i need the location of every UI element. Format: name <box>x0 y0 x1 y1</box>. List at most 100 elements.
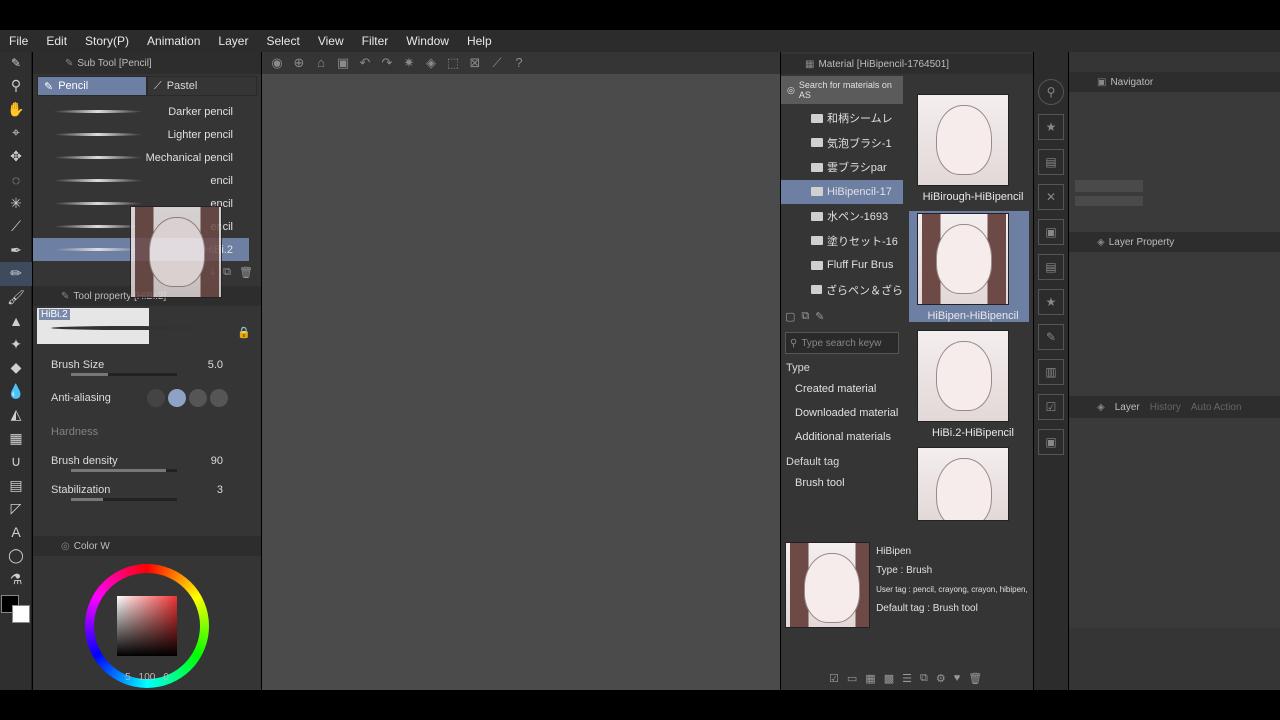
star-panel-icon[interactable]: ★ <box>1038 114 1064 140</box>
large-grid-icon[interactable]: ▩ <box>884 672 894 690</box>
menu-view[interactable]: View <box>309 34 353 48</box>
menu-animation[interactable]: Animation <box>138 34 209 48</box>
clear-icon[interactable]: ✷ <box>401 55 417 71</box>
brush-size-slider[interactable] <box>71 373 177 376</box>
brush-density-value[interactable]: 90 <box>211 455 223 467</box>
lock-icon[interactable]: 🔒 <box>237 326 251 339</box>
tab-pastel[interactable]: ⟋ Pastel <box>147 76 257 96</box>
filter-created[interactable]: Created material <box>789 378 903 400</box>
material-folder[interactable]: 気泡ブラシ-1 <box>781 131 903 156</box>
tab-history[interactable]: History <box>1150 402 1181 413</box>
open-icon[interactable]: ⌂ <box>313 55 329 71</box>
fill-layer-icon[interactable]: ◈ <box>423 55 439 71</box>
frame-icon[interactable]: ▤ <box>0 474 32 498</box>
save-icon[interactable]: ▣ <box>335 55 351 71</box>
brush-item[interactable]: Lighter pencil <box>33 123 249 146</box>
material-folder[interactable]: Fluff Fur Brus <box>781 253 903 278</box>
aa-none-button[interactable] <box>147 389 165 407</box>
material-folder-selected[interactable]: HiBipencil-17 <box>781 179 903 204</box>
menu-help[interactable]: Help <box>458 34 501 48</box>
close-panel-icon[interactable]: ✕ <box>1038 184 1064 210</box>
figure-icon[interactable]: ∪ <box>0 450 32 474</box>
eraser-icon[interactable]: ◆ <box>0 356 32 380</box>
brush-item[interactable]: Mechanical pencil <box>33 146 249 169</box>
filter-brush-tool[interactable]: Brush tool <box>789 472 903 494</box>
stabilization-row[interactable]: Stabilization 3 <box>33 475 261 504</box>
canvas-area[interactable] <box>262 52 780 690</box>
material-folder[interactable]: 塗りセット-16 <box>781 229 903 254</box>
favorite-panel-icon[interactable]: ★ <box>1038 289 1064 315</box>
redo-icon[interactable]: ↷ <box>379 55 395 71</box>
transform-icon[interactable]: ⬚ <box>445 55 461 71</box>
duplicate-icon[interactable]: ⧉ <box>223 266 231 279</box>
ruler-snap-icon[interactable]: ⟋ <box>489 55 505 71</box>
grid-view-icon[interactable]: ▦ <box>865 672 875 690</box>
brush-size-value[interactable]: 5.0 <box>208 359 223 371</box>
material-folder[interactable]: 雲ブラシpar <box>781 155 903 180</box>
material-item[interactable]: HiBi.2-HiBipencil <box>917 330 1029 439</box>
brush-tool-icon[interactable]: 🖌 <box>0 286 32 310</box>
crop-icon[interactable]: ⊠ <box>467 55 483 71</box>
brush-item[interactable]: encil <box>33 169 249 192</box>
doc-panel-icon[interactable]: ▤ <box>1038 254 1064 280</box>
zoom-icon[interactable]: ⚲ <box>0 74 32 98</box>
brush-icon[interactable]: ✎ <box>0 52 32 74</box>
page-panel-icon[interactable]: ▤ <box>1038 149 1064 175</box>
correct-line-icon[interactable]: ⚗ <box>0 568 32 592</box>
book-panel-icon[interactable]: ▥ <box>1038 359 1064 385</box>
eyedropper-icon[interactable]: ⟋ <box>0 215 32 239</box>
menu-filter[interactable]: Filter <box>353 34 398 48</box>
checkbox-icon[interactable]: ☑ <box>829 672 839 690</box>
move-icon[interactable]: ✥ <box>0 145 32 169</box>
stabilization-slider[interactable] <box>71 498 177 501</box>
ruler-icon[interactable]: ◸ <box>0 497 32 521</box>
zoom-panel-icon[interactable]: ⚲ <box>1038 79 1064 105</box>
favorite-icon[interactable]: ♥ <box>954 672 961 690</box>
new-folder-icon[interactable]: ▢ <box>785 310 795 323</box>
airbrush-icon[interactable]: ▲ <box>0 309 32 333</box>
paste-icon[interactable]: ⧉ <box>920 672 928 690</box>
settings-icon[interactable]: ⚙ <box>936 672 946 690</box>
magic-wand-icon[interactable]: ✳ <box>0 192 32 216</box>
keyword-search-field[interactable]: ⚲ Type search keyw <box>785 332 899 354</box>
menu-edit[interactable]: Edit <box>37 34 76 48</box>
image-panel-icon[interactable]: ▣ <box>1038 219 1064 245</box>
image2-panel-icon[interactable]: ▣ <box>1038 429 1064 455</box>
material-item[interactable]: HiBirough-HiBipencil <box>917 94 1029 203</box>
material-item-selected[interactable]: HiBipen-HiBipencil <box>909 211 1029 322</box>
text-icon[interactable]: A <box>0 521 32 545</box>
filter-downloaded[interactable]: Downloaded material <box>789 402 903 424</box>
menu-layer[interactable]: Layer <box>209 34 257 48</box>
brush-density-row[interactable]: Brush density 90 <box>33 446 261 475</box>
trash-icon[interactable]: 🗑 <box>239 266 253 279</box>
pen-icon[interactable]: ✒ <box>0 239 32 263</box>
edit-panel-icon[interactable]: ✎ <box>1038 324 1064 350</box>
filter-additional[interactable]: Additional materials <box>789 426 903 448</box>
gradient-icon[interactable]: ▦ <box>0 427 32 451</box>
menu-select[interactable]: Select <box>257 34 308 48</box>
brush-size-row[interactable]: Brush Size 5.0 <box>33 350 261 379</box>
hand-icon[interactable]: ✋ <box>0 98 32 122</box>
asset-search-field[interactable]: ◎ Search for materials on AS <box>781 76 903 104</box>
tab-pencil[interactable]: ✎ Pencil <box>37 76 147 96</box>
lasso-icon[interactable]: ◌ <box>0 168 32 192</box>
check-panel-icon[interactable]: ☑ <box>1038 394 1064 420</box>
material-folder[interactable]: ざらペン＆ざら <box>781 278 903 303</box>
aa-strong-button[interactable] <box>210 389 228 407</box>
pencil-icon[interactable]: ✏ <box>0 262 32 286</box>
clip-studio-icon[interactable]: ◉ <box>269 55 285 71</box>
material-folder[interactable]: 和柄シームレ <box>781 106 903 131</box>
new-icon[interactable]: ⊕ <box>291 55 307 71</box>
operation-icon[interactable]: ⌖ <box>0 121 32 145</box>
menu-window[interactable]: Window <box>397 34 458 48</box>
sub-color-swatch[interactable] <box>12 605 30 623</box>
fill-icon[interactable]: ◭ <box>0 403 32 427</box>
tab-auto-action[interactable]: Auto Action <box>1191 402 1242 413</box>
color-wheel[interactable] <box>33 556 261 688</box>
help-icon[interactable]: ? <box>511 55 527 71</box>
detail-view-icon[interactable]: ☰ <box>902 672 912 690</box>
layer-list[interactable] <box>1069 418 1280 628</box>
decoration-icon[interactable]: ✦ <box>0 333 32 357</box>
blend-icon[interactable]: 💧 <box>0 380 32 404</box>
menu-file[interactable]: File <box>0 34 37 48</box>
